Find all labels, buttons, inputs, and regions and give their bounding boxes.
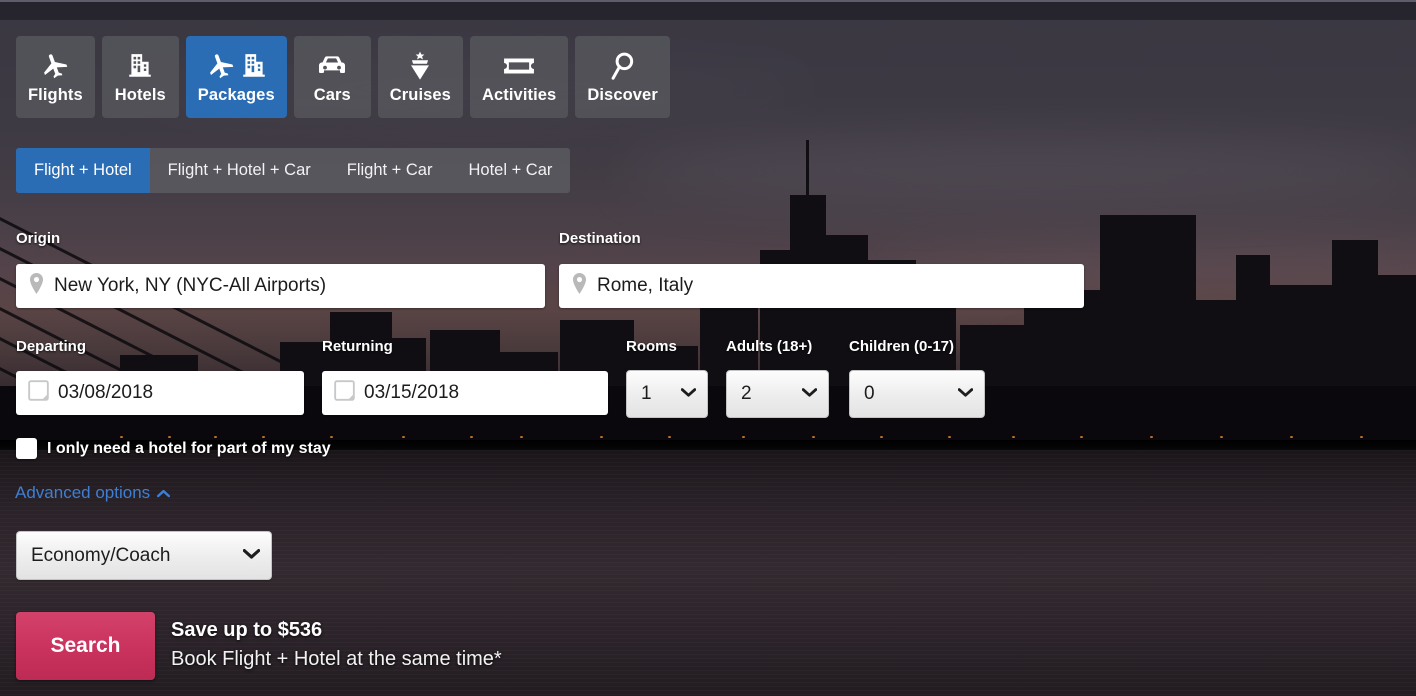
cabin-class-value: Economy/Coach [31,545,170,567]
chevron-up-icon [157,483,170,503]
departing-label: Departing [16,338,86,355]
tab-label: Packages [198,87,275,104]
returning-label: Returning [322,338,393,355]
hotel-partial-stay-label: I only need a hotel for part of my stay [47,440,331,458]
search-button[interactable]: Search [16,612,155,680]
window-top-bar [0,0,1416,20]
tab-label: Activities [482,87,556,104]
airplane-icon [40,51,70,81]
subtab-flight-car[interactable]: Flight + Car [329,148,451,193]
adults-select[interactable]: 2 [726,370,829,418]
hotel-partial-stay-row[interactable]: I only need a hotel for part of my stay [16,438,331,459]
rooms-select[interactable]: 1 [626,370,708,418]
building-icon [127,51,153,81]
tab-hotels[interactable]: Hotels [102,36,179,118]
departing-date-input[interactable]: 03/08/2018 [16,371,304,415]
subtab-flight-hotel[interactable]: Flight + Hotel [16,148,150,193]
tab-label: Cars [314,87,351,104]
tab-cruises[interactable]: Cruises [378,36,463,118]
origin-value: New York, NY (NYC-All Airports) [54,275,326,297]
calendar-icon [28,380,49,406]
destination-label: Destination [559,230,641,247]
cruise-ship-icon [407,51,433,81]
departing-date-value: 03/08/2018 [58,382,153,404]
rooms-value: 1 [641,383,652,405]
tab-cars[interactable]: Cars [294,36,371,118]
magnifier-icon [609,51,637,81]
cabin-class-select[interactable]: Economy/Coach [16,531,272,580]
rooms-label: Rooms [626,338,677,355]
tab-flights[interactable]: Flights [16,36,95,118]
promo-headline: Save up to $536 [171,616,502,645]
airplane-building-icon [206,51,267,81]
adults-label: Adults (18+) [726,338,812,355]
returning-date-value: 03/15/2018 [364,382,459,404]
promo-message: Save up to $536 Book Flight + Hotel at t… [171,616,502,674]
primary-nav-tabs: Flights Hotels Packages Cars Cr [16,36,670,118]
travel-search-page: Flights Hotels Packages Cars Cr [0,0,1416,696]
tab-activities[interactable]: Activities [470,36,568,118]
hotel-partial-stay-checkbox[interactable] [16,438,37,459]
tab-discover[interactable]: Discover [575,36,670,118]
location-pin-icon [571,273,588,299]
chevron-down-icon [243,547,260,565]
tab-packages[interactable]: Packages [186,36,287,118]
subtab-flight-hotel-car[interactable]: Flight + Hotel + Car [150,148,329,193]
destination-value: Rome, Italy [597,275,693,297]
package-type-tabs: Flight + Hotel Flight + Hotel + Car Flig… [16,148,570,193]
tab-label: Hotels [115,87,166,104]
adults-value: 2 [741,383,752,405]
advanced-options-label: Advanced options [15,483,150,503]
car-icon [316,51,348,81]
origin-label: Origin [16,230,60,247]
chevron-down-icon [958,385,973,403]
advanced-options-link[interactable]: Advanced options [15,483,170,503]
returning-date-input[interactable]: 03/15/2018 [322,371,608,415]
location-pin-icon [28,273,45,299]
subtab-hotel-car[interactable]: Hotel + Car [450,148,570,193]
tab-label: Flights [28,87,83,104]
chevron-down-icon [681,385,696,403]
ticket-icon [503,51,535,81]
children-value: 0 [864,383,875,405]
chevron-down-icon [802,385,817,403]
children-label: Children (0-17) [849,338,954,355]
calendar-icon [334,380,355,406]
tab-label: Discover [587,87,658,104]
window-top-rim [0,0,1416,2]
origin-input[interactable]: New York, NY (NYC-All Airports) [16,264,545,308]
children-select[interactable]: 0 [849,370,985,418]
destination-input[interactable]: Rome, Italy [559,264,1084,308]
promo-subline: Book Flight + Hotel at the same time* [171,645,502,674]
tab-label: Cruises [390,87,451,104]
